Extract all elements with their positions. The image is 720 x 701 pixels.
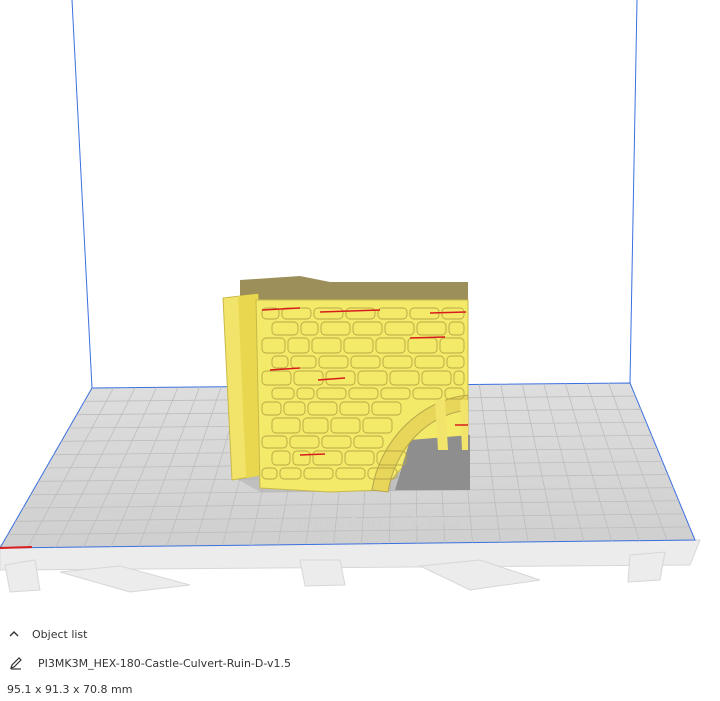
pencil-icon[interactable] <box>8 655 24 671</box>
object-dimensions: 95.1 x 91.3 x 70.8 mm <box>7 682 133 696</box>
3d-viewport[interactable]: Original Prusa i3 MK3 <box>0 0 720 610</box>
castle-ruin-model[interactable] <box>222 276 470 493</box>
object-name-field[interactable]: PI3MK3M_HEX-180-Castle-Culvert-Ruin-D-v1… <box>8 653 291 673</box>
object-list-toggle[interactable]: Object list <box>6 624 87 644</box>
object-dimensions-row: 95.1 x 91.3 x 70.8 mm <box>7 679 132 699</box>
build-volume-edge-right <box>629 0 638 384</box>
printer-base <box>0 539 701 593</box>
object-name: PI3MK3M_HEX-180-Castle-Culvert-Ruin-D-v1… <box>38 656 292 670</box>
origin-axis-marker <box>0 546 33 549</box>
object-list-panel: Object list PI3MK3M_HEX-180-Castle-Culve… <box>0 618 720 701</box>
object-list-label: Object list <box>32 627 88 641</box>
build-plate-watermark: Original Prusa i3 MK3 <box>270 515 464 531</box>
build-volume-scene: Original Prusa i3 MK3 <box>0 0 701 593</box>
chevron-up-icon <box>6 626 22 642</box>
build-volume-edge-left <box>71 0 93 389</box>
